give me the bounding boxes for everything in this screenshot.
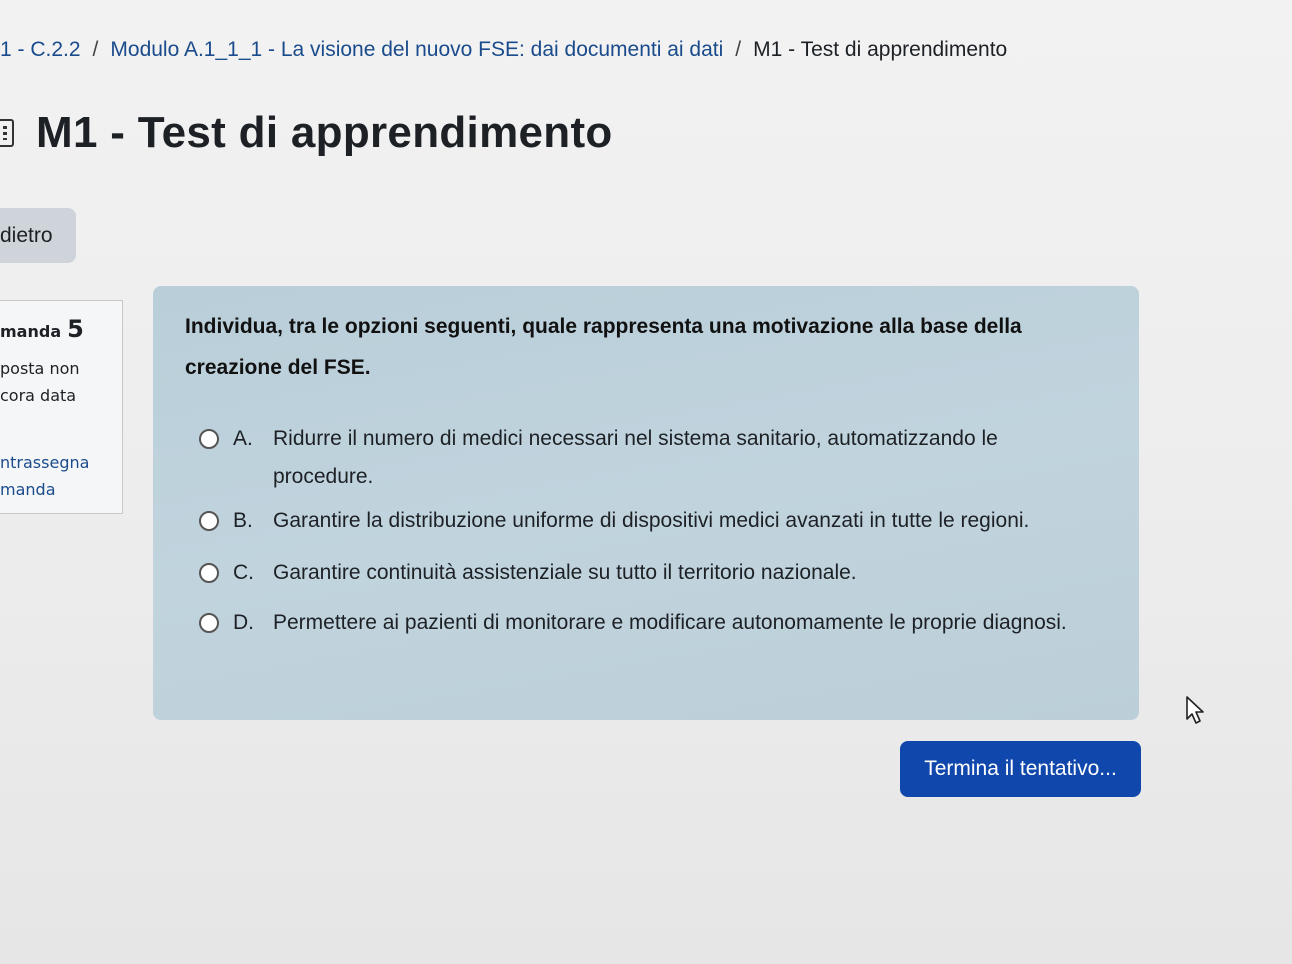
breadcrumb: 1 - C.2.2 / Modulo A.1_1_1 - La visione de… xyxy=(0,38,1007,62)
radio-button-a[interactable] xyxy=(199,429,219,449)
breadcrumb-item-course[interactable]: 1 - C.2.2 xyxy=(0,38,81,61)
answer-letter: C. xyxy=(233,561,254,584)
answer-status-line-2: cora data xyxy=(0,386,77,405)
radio-button-c[interactable] xyxy=(199,563,219,583)
question-info-panel: manda 5 posta non cora data ntrassegna ma… xyxy=(0,300,123,514)
quiz-icon xyxy=(0,119,14,147)
answer-option-d[interactable]: D. Permettere ai pazienti di monitorare … xyxy=(199,604,1093,642)
answer-text[interactable]: Permettere ai pazienti di monitorare e m… xyxy=(273,604,1093,642)
answer-status-line-1: posta non xyxy=(0,359,80,378)
finish-attempt-button[interactable]: Termina il tentativo... xyxy=(900,741,1141,797)
answer-option-c[interactable]: C. Garantire continuità assistenziale su… xyxy=(199,554,1093,592)
breadcrumb-item-current[interactable]: M1 - Test di apprendimento xyxy=(753,38,1007,61)
back-button[interactable]: dietro xyxy=(0,208,76,263)
question-number-value: 5 xyxy=(67,315,84,343)
page-title: M1 - Test di apprendimento xyxy=(36,108,613,157)
flag-question-line-1[interactable]: ntrassegna xyxy=(0,453,89,472)
question-number: manda 5 xyxy=(0,315,84,343)
radio-button-b[interactable] xyxy=(199,511,219,531)
question-label: manda xyxy=(0,322,62,341)
flag-question-line-2[interactable]: manda xyxy=(0,480,56,499)
radio-button-d[interactable] xyxy=(199,613,219,633)
answer-option-b[interactable]: B. Garantire la distribuzione uniforme d… xyxy=(199,502,1093,540)
page-header: M1 - Test di apprendimento xyxy=(0,108,613,158)
answer-text[interactable]: Garantire la distribuzione uniforme di d… xyxy=(273,502,1093,540)
question-text: Individua, tra le opzioni seguenti, qual… xyxy=(185,315,1022,379)
answer-text[interactable]: Ridurre il numero di medici necessari ne… xyxy=(273,420,1093,496)
breadcrumb-separator: / xyxy=(92,38,99,61)
question-panel: Individua, tra le opzioni seguenti, qual… xyxy=(153,286,1139,720)
answer-option-a[interactable]: A. Ridurre il numero di medici necessari… xyxy=(199,420,1093,496)
breadcrumb-item-module[interactable]: Modulo A.1_1_1 - La visione del nuovo FS… xyxy=(110,38,723,61)
answer-letter: D. xyxy=(233,611,254,634)
answer-letter: B. xyxy=(233,509,253,532)
mouse-pointer-icon xyxy=(1186,696,1204,724)
answer-letter: A. xyxy=(233,427,253,450)
answer-text[interactable]: Garantire continuità assistenziale su tu… xyxy=(273,554,1093,592)
breadcrumb-separator: / xyxy=(735,38,742,61)
